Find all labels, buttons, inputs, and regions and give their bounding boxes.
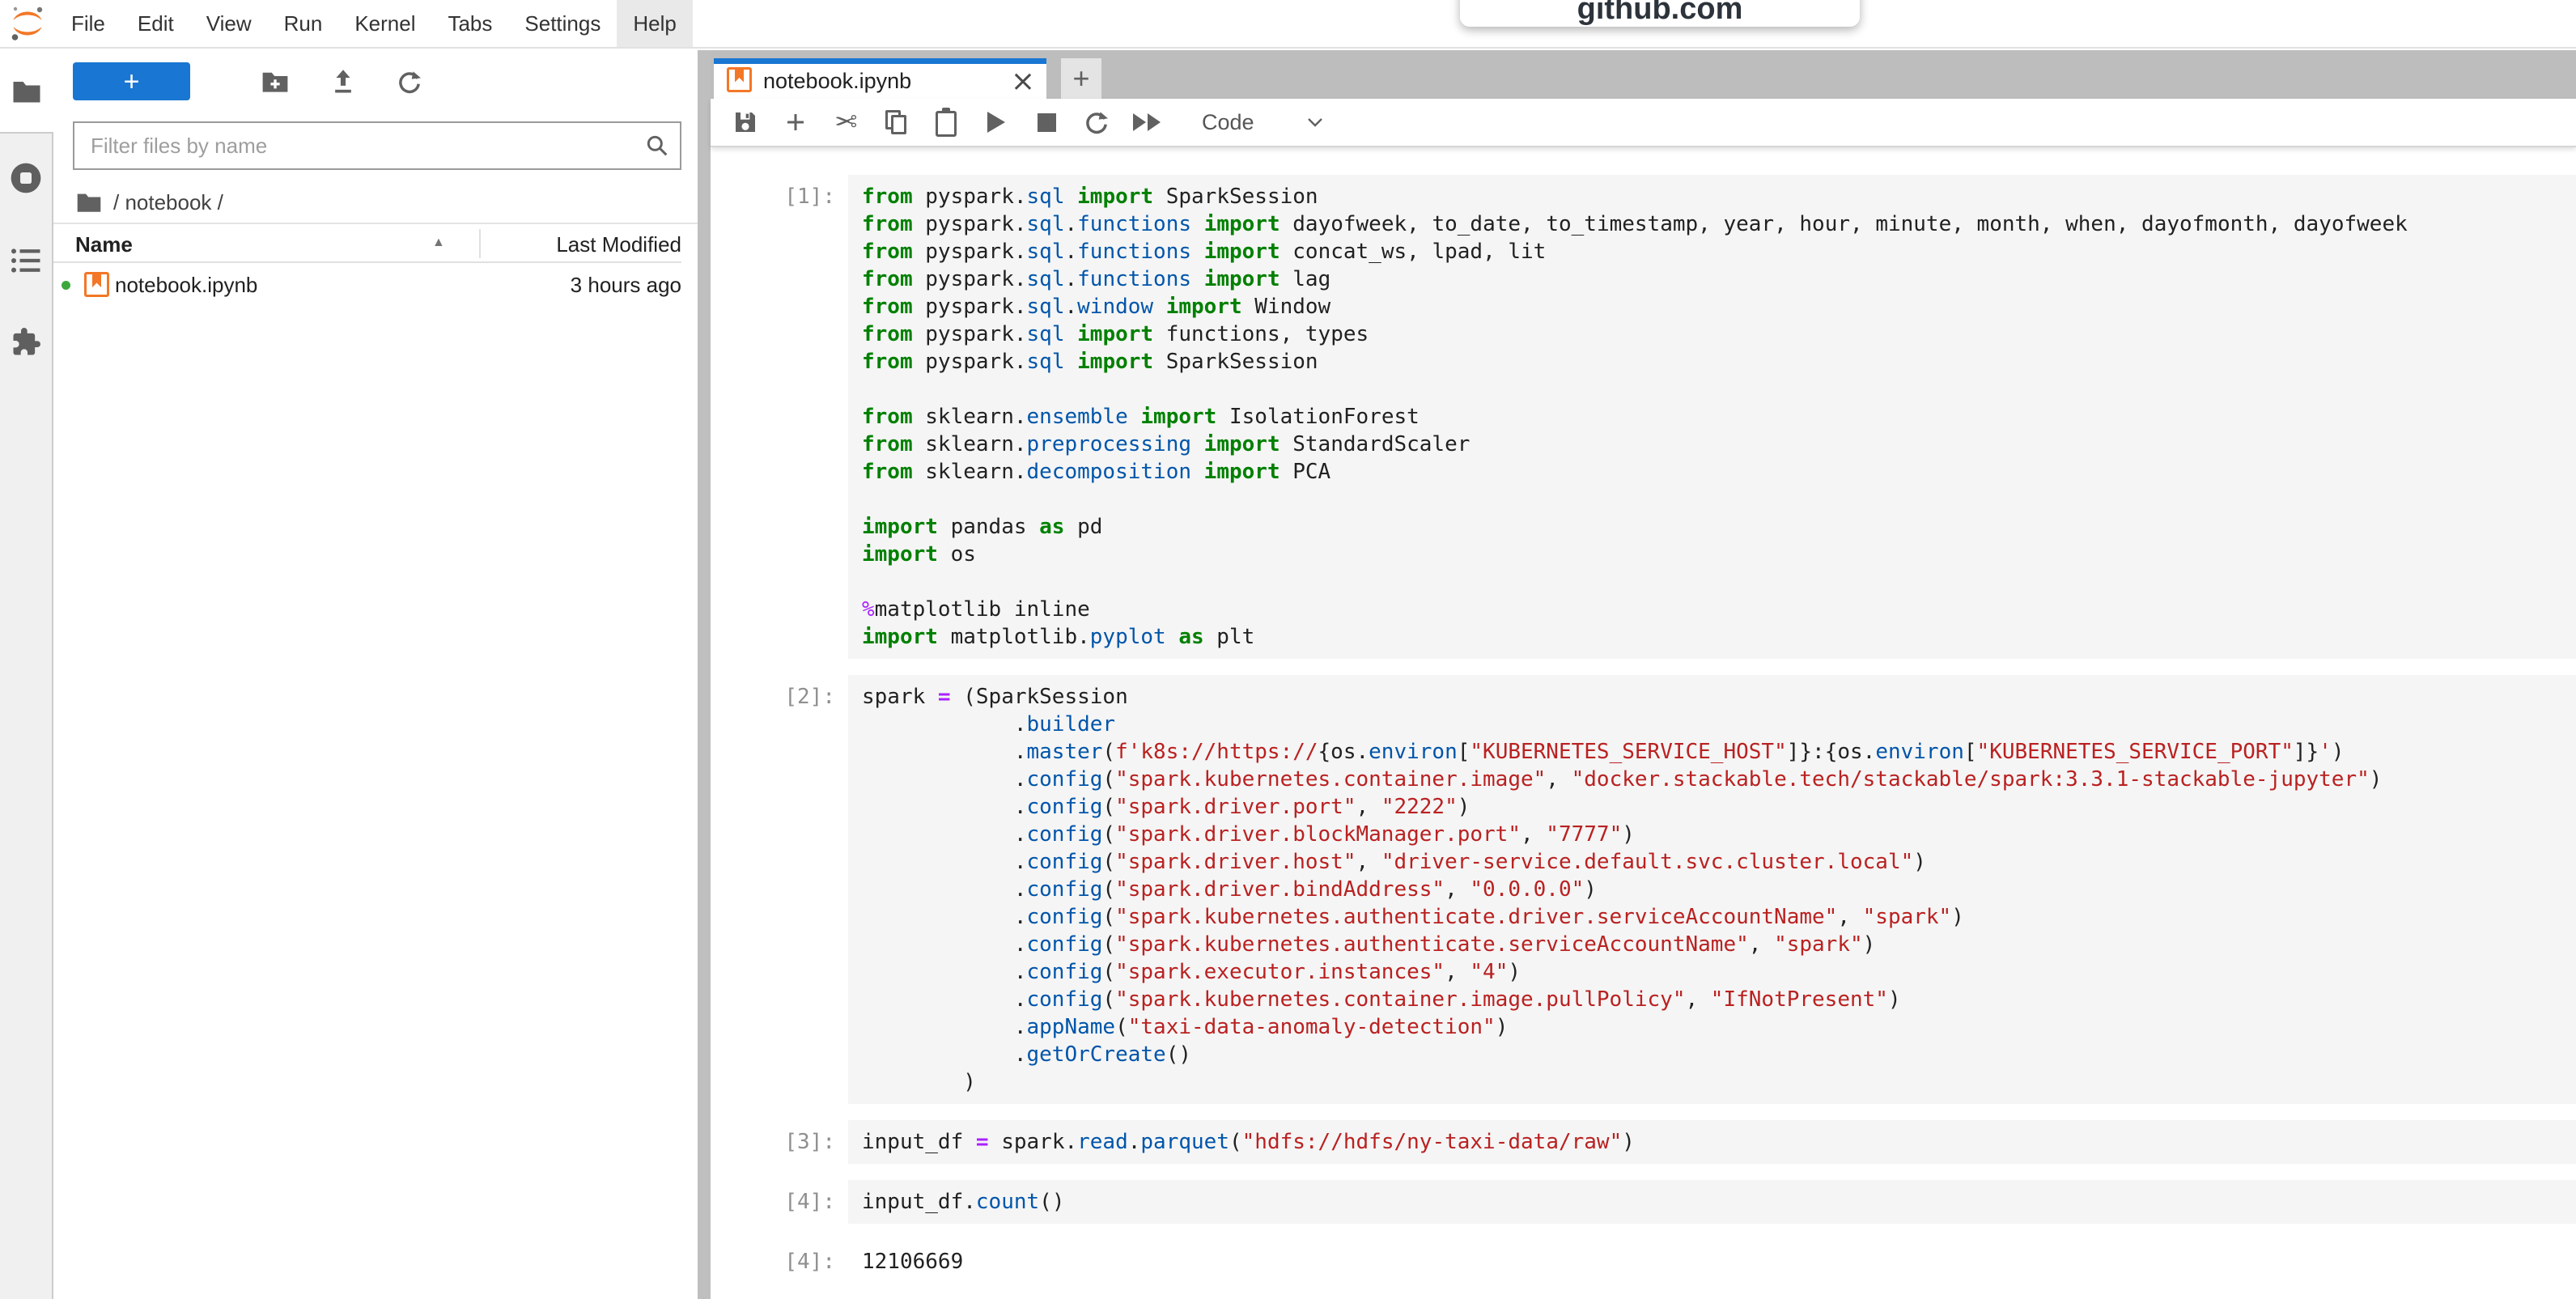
menu-item-tabs[interactable]: Tabs: [431, 0, 508, 47]
run-cell-button[interactable]: [982, 106, 1011, 138]
menu-item-help[interactable]: Help: [617, 0, 692, 47]
menu-item-edit[interactable]: Edit: [121, 0, 190, 47]
cell-type-value: Code: [1202, 110, 1254, 135]
file-listing-header: Name ▲ Last Modified: [53, 224, 681, 263]
cell-output-text: 12106669: [848, 1240, 2576, 1276]
save-icon: [732, 109, 758, 135]
output-prompt: [4]:: [711, 1240, 848, 1276]
column-header-name[interactable]: Name: [75, 232, 133, 257]
sort-ascending-icon: ▲: [432, 236, 445, 250]
notebook-toolbar: ✂ Code: [711, 99, 2576, 147]
code-cell[interactable]: [1]:from pyspark.sql import SparkSession…: [711, 175, 2576, 659]
activity-bar-panel: [0, 132, 53, 1299]
copy-icon: [885, 110, 906, 134]
stop-icon: [1038, 113, 1056, 132]
filter-files-input[interactable]: [73, 121, 681, 170]
fast-forward-icon: [1133, 113, 1161, 131]
new-launcher-button[interactable]: +: [73, 62, 190, 100]
stop-circle-icon: [9, 161, 43, 195]
refresh-button[interactable]: [392, 62, 427, 100]
menu-item-file[interactable]: File: [55, 0, 121, 47]
cell-code-editor[interactable]: from pyspark.sql import SparkSession fro…: [848, 175, 2576, 659]
menu-item-run[interactable]: Run: [268, 0, 339, 47]
cut-cells-button[interactable]: ✂: [831, 106, 860, 138]
chevron-down-icon: [1306, 117, 1324, 128]
restart-run-all-button[interactable]: [1132, 106, 1161, 138]
output-cell[interactable]: [4]:12106669: [711, 1240, 2576, 1276]
upload-button[interactable]: [325, 62, 361, 100]
notebook-cells: [1]:from pyspark.sql import SparkSession…: [711, 175, 2576, 1276]
main-dock: notebook.ipynb × + ✂: [711, 50, 2576, 1299]
sidebar-tab-running-sessions[interactable]: [9, 161, 43, 195]
close-tab-icon[interactable]: ×: [1011, 70, 1035, 94]
restart-icon: [1084, 109, 1110, 135]
code-cell[interactable]: [4]:input_df.count(): [711, 1180, 2576, 1224]
menu-bar: File Edit View Run Kernel Tabs Settings …: [0, 0, 2576, 49]
filter-files-wrap: [73, 121, 681, 170]
copy-cells-button[interactable]: [881, 106, 910, 138]
save-button[interactable]: [731, 106, 760, 138]
upload-icon: [331, 69, 355, 95]
file-browser-panel: +: [53, 50, 698, 1299]
cell-type-dropdown[interactable]: Code: [1202, 110, 1324, 135]
code-cell[interactable]: [3]:input_df = spark.read.parquet("hdfs:…: [711, 1120, 2576, 1164]
add-icon: [783, 110, 808, 134]
search-icon: [644, 133, 670, 163]
refresh-icon: [397, 69, 422, 95]
notebook-tab-icon: [727, 67, 752, 96]
scissors-icon: ✂: [834, 106, 858, 138]
code-cell[interactable]: [2]:spark = (SparkSession .builder .mast…: [711, 675, 2576, 1104]
tab-label: notebook.ipynb: [763, 69, 911, 94]
tab-notebook-ipynb[interactable]: notebook.ipynb ×: [714, 58, 1046, 99]
execution-prompt: [3]:: [711, 1120, 848, 1164]
menu-item-kernel[interactable]: Kernel: [338, 0, 431, 47]
menu-item-view[interactable]: View: [190, 0, 268, 47]
notebook-file-icon: [84, 272, 109, 303]
cell-code-editor[interactable]: spark = (SparkSession .builder .master(f…: [848, 675, 2576, 1104]
run-icon: [987, 112, 1005, 133]
cell-code-editor[interactable]: input_df.count(): [848, 1180, 2576, 1224]
file-row-notebook[interactable]: notebook.ipynb 3 hours ago: [53, 265, 681, 305]
sidebar-tab-file-browser[interactable]: [0, 50, 53, 132]
column-separator: [479, 229, 481, 258]
new-folder-icon: [261, 70, 289, 93]
list-icon: [10, 247, 42, 274]
paste-cells-button[interactable]: [932, 106, 961, 138]
breadcrumb-path: / notebook /: [113, 190, 223, 215]
folder-icon: [12, 79, 41, 104]
site-info-popup-text: github.com: [1577, 0, 1743, 27]
clipboard-icon: [936, 111, 957, 137]
breadcrumb[interactable]: / notebook /: [76, 186, 223, 219]
menu-item-settings[interactable]: Settings: [508, 0, 617, 47]
jupyter-logo-icon: [10, 4, 45, 43]
sidebar-tab-table-of-contents[interactable]: [10, 247, 42, 274]
puzzle-icon: [10, 326, 42, 359]
file-name: notebook.ipynb: [115, 273, 257, 298]
execution-prompt: [4]:: [711, 1180, 848, 1224]
jupyter-logo: [0, 0, 45, 47]
kernel-running-dot: [62, 281, 70, 290]
sidebar-tab-extension-manager[interactable]: [10, 326, 42, 359]
home-folder-icon: [76, 192, 102, 213]
file-last-modified: 3 hours ago: [571, 273, 681, 298]
dock-tab-bar: notebook.ipynb × +: [711, 50, 2576, 99]
execution-prompt: [2]:: [711, 675, 848, 1104]
restart-kernel-button[interactable]: [1082, 106, 1111, 138]
new-folder-button[interactable]: [257, 62, 293, 100]
site-info-popup: github.com: [1460, 0, 1860, 27]
add-cell-button[interactable]: [781, 106, 810, 138]
activity-bar: [0, 50, 53, 1299]
interrupt-kernel-button[interactable]: [1032, 106, 1061, 138]
execution-prompt: [1]:: [711, 175, 848, 659]
column-header-last-modified[interactable]: Last Modified: [556, 232, 681, 257]
cell-code-editor[interactable]: input_df = spark.read.parquet("hdfs://hd…: [848, 1120, 2576, 1164]
notebook-content: [1]:from pyspark.sql import SparkSession…: [711, 147, 2576, 1299]
panel-splitter[interactable]: [698, 50, 711, 1299]
file-browser-toolbar: +: [53, 62, 698, 112]
jupyterlab-window: File Edit View Run Kernel Tabs Settings …: [0, 0, 2576, 1299]
new-tab-button[interactable]: +: [1061, 58, 1101, 99]
